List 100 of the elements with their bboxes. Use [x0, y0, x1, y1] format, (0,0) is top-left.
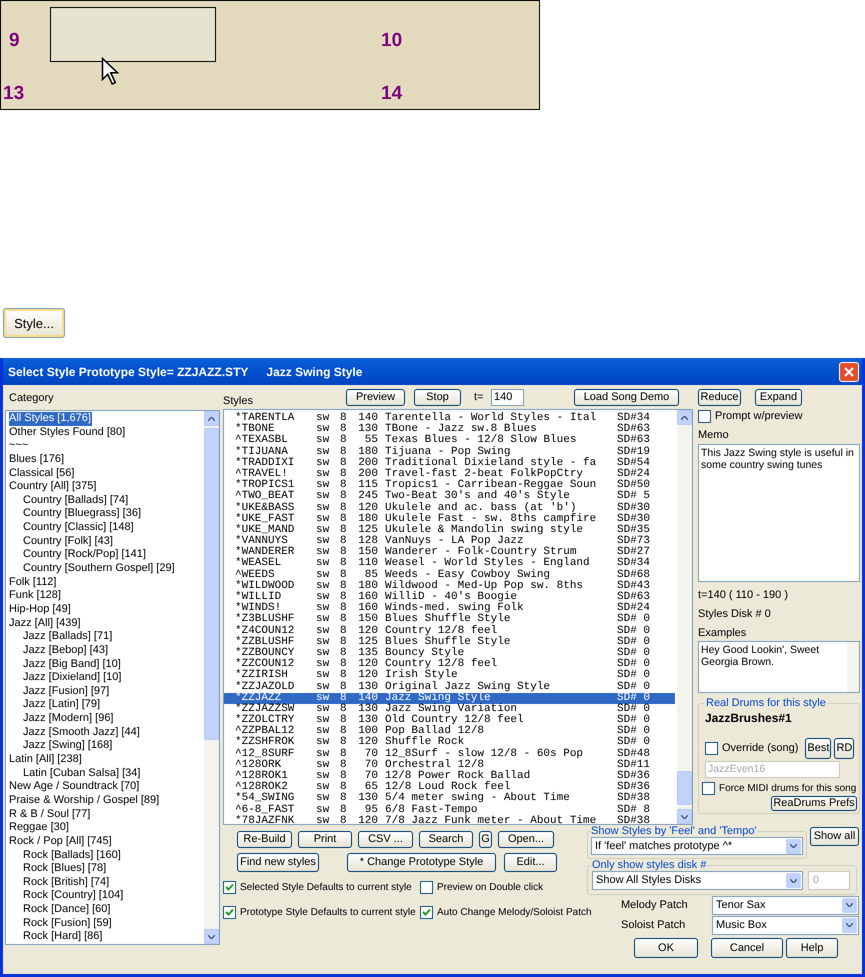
category-item[interactable]: Jazz [Bebop] [43] — [23, 644, 109, 658]
button[interactable]: CSV ... — [358, 831, 413, 848]
style-row[interactable]: *ZZBLUSHF sw 8 125 Blues Shuffle Style SD# 0 — [224, 636, 675, 648]
dropdown[interactable]: Music Box — [712, 916, 859, 934]
style-row[interactable]: *VANNUYS sw 8 128 VanNuys - LA Pop Jazz SD#73 — [224, 536, 675, 548]
category-item[interactable]: Classical [56] — [9, 466, 76, 480]
checkbox[interactable] — [420, 881, 433, 894]
style-row[interactable]: *78JAZFNK sw 8 120 7/8 Jazz Funk meter - About Time SD#38 — [224, 816, 675, 827]
category-item[interactable]: All Styles [1,676] — [9, 412, 92, 426]
style-row[interactable]: *TBONE sw 8 130 TBone - Jazz sw.8 Blues SD#63 — [224, 424, 675, 436]
category-item[interactable]: Country [Ballads] [74] — [23, 494, 130, 508]
checkbox[interactable] — [705, 742, 718, 754]
category-item[interactable]: Funk [128] — [9, 589, 62, 603]
style-row[interactable]: *WANDERER sw 8 150 Wanderer - Folk-Country Strum SD#27 — [224, 547, 675, 558]
category-item[interactable]: Rock [British] [74] — [23, 876, 110, 890]
style-row[interactable]: ^6-8_FAST sw 8 95 6/8 Fast-Tempo SD# 8 — [224, 804, 675, 816]
style-row[interactable]: ^TEXASBL sw 8 55 Texas Blues - 12/8 Slow Blues SD#63 — [224, 435, 675, 447]
category-item[interactable]: Country [Classic] [148] — [23, 521, 135, 535]
category-item[interactable]: Rock / Pop [All] [745] — [9, 834, 113, 848]
button[interactable]: G — [479, 831, 492, 848]
button[interactable]: Show all — [810, 827, 859, 846]
category-item[interactable]: Rock [Ballads] [160] — [23, 848, 122, 862]
style-row[interactable]: *TARENTLA sw 8 140 Tarentella - World Styles - Ital SD#34 — [224, 413, 675, 424]
style-row[interactable]: *WILDWOOD sw 8 180 Wildwood - Med-Up Pop sw. 8ths SD#43 — [224, 580, 675, 592]
category-item[interactable]: R & B / Soul [77] — [9, 808, 92, 822]
checkbox[interactable] — [420, 906, 433, 919]
button[interactable]: Find new styles — [237, 853, 319, 872]
category-item[interactable]: Jazz [All] [439] — [9, 616, 82, 630]
dropdown[interactable]: Show All Styles Disks — [592, 871, 803, 890]
category-item[interactable]: Jazz [Smooth Jazz] [44] — [23, 726, 141, 740]
category-item[interactable]: Latin [All] [238] — [9, 753, 83, 767]
button[interactable]: Cancel — [711, 938, 783, 958]
category-item[interactable]: Hip-Hop [49] — [9, 602, 72, 617]
checkbox[interactable] — [698, 410, 711, 423]
category-item[interactable]: Jazz [Ballads] [71] — [23, 630, 114, 644]
button[interactable]: Re-Build — [237, 831, 292, 848]
style-row[interactable]: *UKE_MAND sw 8 125 Ukulele & Mandolin swing style SD#35 — [224, 524, 675, 536]
examples-field[interactable]: Hey Good Lookin', Sweet Georgia Brown. — [698, 641, 860, 693]
category-item[interactable]: Jazz [Big Band] [10] — [23, 658, 122, 672]
scrollbar[interactable] — [204, 411, 219, 944]
button[interactable]: Open... — [498, 831, 554, 848]
style-row[interactable]: *ZZIRISH sw 8 120 Irish Style SD# 0 — [224, 670, 675, 682]
scrollbar-thumb[interactable] — [204, 428, 219, 740]
button[interactable]: Preview — [346, 388, 405, 406]
style-row[interactable]: ^TWO_BEAT sw 8 245 Two-Beat 30's and 40's Style SD# 5 — [224, 491, 675, 502]
category-item[interactable]: Rock [Fusion] [59] — [23, 916, 113, 930]
style-row[interactable]: *ZZJAZOLD sw 8 130 Original Jazz Swing Style SD# 0 — [224, 682, 675, 693]
close-button[interactable] — [839, 362, 859, 382]
button[interactable]: Search — [419, 831, 473, 848]
checkbox[interactable] — [223, 906, 236, 919]
style-row[interactable]: ^128ROK2 sw 8 65 12/8 Loud Rock feel SD#36 — [224, 782, 675, 794]
category-item[interactable]: Country [Rock/Pop] [141] — [23, 548, 147, 562]
scrollbar[interactable] — [677, 410, 692, 824]
button[interactable]: * Change Prototype Style — [347, 853, 496, 872]
style-row[interactable]: *ZZSHFROK sw 8 120 Shuffle Rock SD# 0 — [224, 737, 675, 749]
category-item[interactable]: Jazz [Swing] [168] — [23, 739, 114, 754]
category-item[interactable]: Rock [Dance] [60] — [23, 903, 112, 917]
category-item[interactable]: Jazz [Latin] [79] — [23, 698, 102, 712]
style-row[interactable]: *WINDS! sw 8 160 Winds-med. swing Folk SD#24 — [224, 603, 675, 614]
style-row[interactable]: *TRADDIXI sw 8 200 Traditional Dixieland style - fa SD#54 — [224, 458, 675, 469]
style-row[interactable]: *Z4COUN12 sw 8 120 Country 12/8 feel SD# 0 — [224, 626, 675, 637]
dropdown[interactable]: Tenor Sax — [712, 896, 859, 914]
category-item[interactable]: ~~~ — [9, 439, 30, 453]
button[interactable]: Print — [298, 831, 352, 848]
category-item[interactable]: Country [Folk] [43] — [23, 534, 114, 548]
style-row[interactable]: ^TRAVEL! sw 8 200 Travel-fast 2-beat FolkPopCtry SD#24 — [224, 468, 675, 480]
category-item[interactable]: Jazz [Fusion] [97] — [23, 684, 110, 698]
style-row[interactable]: *ZZJAZZSW sw 8 130 Jazz Swing Variation SD# 0 — [224, 704, 675, 716]
style-row[interactable]: ^128ORK sw 8 70 Orchestral 12/8 SD#11 — [224, 760, 675, 771]
button[interactable]: Stop — [414, 388, 461, 406]
style-row[interactable]: *WEASEL sw 8 110 Weasel - World Styles - England SD#34 — [224, 558, 675, 570]
category-item[interactable]: Blues [176] — [9, 452, 66, 467]
category-item[interactable]: Rock [Hard] [86] — [23, 930, 104, 944]
checkbox[interactable] — [702, 782, 715, 795]
button[interactable]: Reduce — [698, 388, 741, 406]
category-item[interactable]: Country [All] [375] — [9, 480, 98, 494]
style-row[interactable]: *UKE_FAST sw 8 180 Ukulele Fast - sw. 8ths campfire SD#30 — [224, 514, 675, 525]
style-row[interactable]: ^12_8SURF sw 8 70 12_8Surf - slow 12/8 - 60s Pop SD#48 — [224, 748, 675, 760]
style-row[interactable]: *ZZOLCTRY sw 8 130 Old Country 12/8 feel SD# 0 — [224, 715, 675, 726]
button[interactable]: Help — [786, 938, 838, 958]
category-item[interactable]: Country [Southern Gospel] [29] — [23, 562, 176, 576]
style-row[interactable]: *WILLID sw 8 160 WilliD - 40's Boogie SD#63 — [224, 592, 675, 604]
style-row[interactable]: *ZZCOUN12 sw 8 120 Country 12/8 feel SD# 0 — [224, 659, 675, 670]
category-item[interactable]: Rock [Blues] [78] — [23, 862, 108, 876]
category-item[interactable]: Other Styles Found [80] — [9, 426, 126, 440]
button[interactable]: Best — [805, 738, 832, 758]
style-row[interactable]: ^128ROK1 sw 8 70 12/8 Power Rock Ballad SD#36 — [224, 771, 675, 782]
scrollbar-thumb[interactable] — [677, 771, 692, 805]
category-item[interactable]: New Age / Soundtrack [70] — [9, 780, 140, 794]
memo-field[interactable]: This Jazz Swing style is useful in some country swing tunes — [698, 444, 860, 582]
style-row[interactable]: *54_SWING sw 8 130 5/4 meter swing - About Time SD#38 — [224, 793, 675, 805]
style-row[interactable]: *UKE&BASS sw 8 120 Ukulele and ac. bass (at 'b') SD#30 — [224, 502, 675, 514]
button[interactable]: ReaDrums Prefs — [771, 796, 857, 811]
category-item[interactable]: Rock [Country] [104] — [23, 889, 124, 904]
button[interactable]: Expand — [755, 388, 802, 406]
category-item[interactable]: Latin [Cuban Salsa] [34] — [23, 766, 142, 780]
checkbox[interactable] — [223, 881, 236, 894]
category-item[interactable]: Jazz [Modern] [96] — [23, 712, 114, 726]
button[interactable]: RD — [834, 738, 854, 758]
style-row[interactable]: *TROPICS1 sw 8 115 Tropics1 - Carribean-Reggae Soun SD#50 — [224, 480, 675, 492]
